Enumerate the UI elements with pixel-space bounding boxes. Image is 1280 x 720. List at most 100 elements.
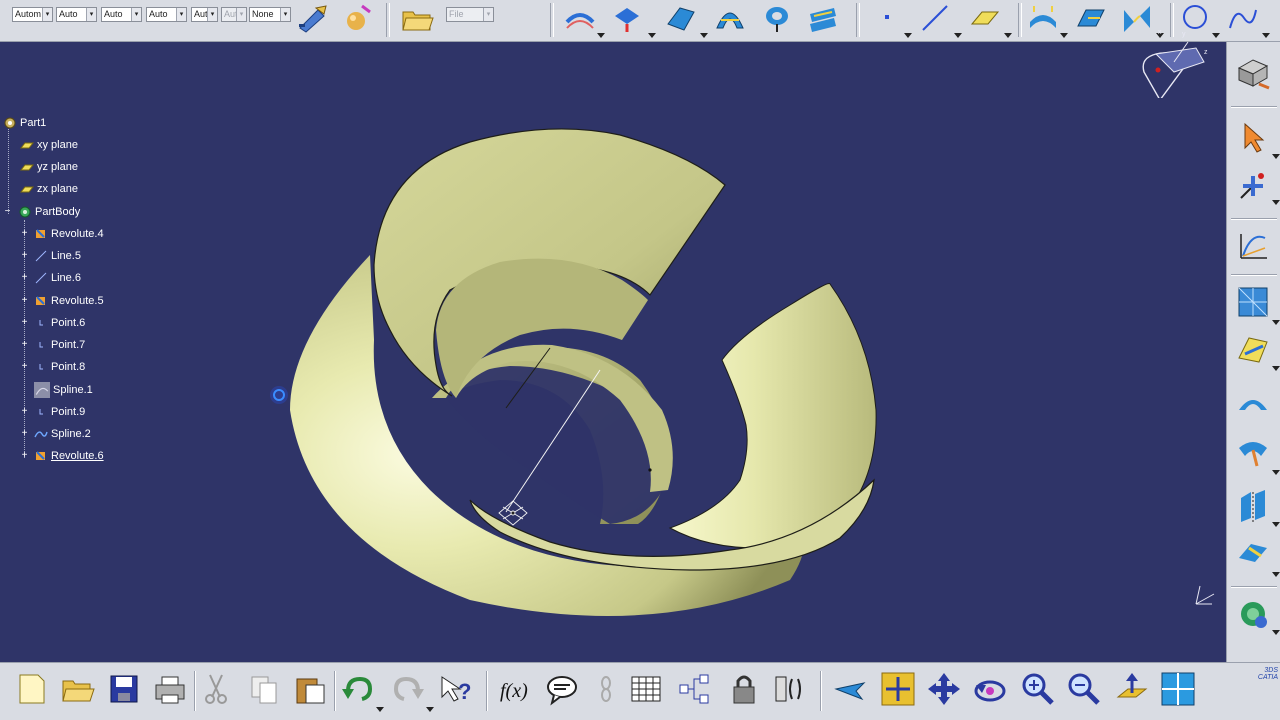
tree-item-line-6[interactable]: Line.6 (34, 269, 81, 287)
tessellation-icon[interactable] (1235, 284, 1271, 320)
normal-view-icon[interactable] (1114, 671, 1150, 707)
lock-icon[interactable] (726, 671, 762, 707)
tree-item-point-7[interactable]: Point.7 (34, 336, 85, 354)
link-icon[interactable] (588, 671, 624, 707)
tree-expand-icon[interactable] (676, 671, 712, 707)
graphic-property-combo-7[interactable]: None ▾ (249, 7, 291, 22)
tree-item-line-5[interactable]: Line.5 (34, 247, 81, 265)
material-sphere-icon[interactable] (340, 2, 374, 34)
zoom-out-icon[interactable] (1066, 671, 1102, 707)
redo-icon[interactable] (390, 671, 426, 707)
dropdown-arrow[interactable] (597, 33, 605, 38)
expand-toggle[interactable]: + (20, 229, 29, 239)
tree-root-part[interactable]: Part1 (3, 114, 46, 132)
open-catalog-icon[interactable] (400, 2, 434, 34)
dropdown-arrow[interactable] (1272, 200, 1280, 205)
paint-brush-icon[interactable] (296, 2, 330, 34)
rotate-icon[interactable] (972, 671, 1008, 707)
dropdown-arrow[interactable] (1272, 630, 1280, 635)
part-design-workbench-icon[interactable] (1235, 54, 1271, 90)
expand-toggle[interactable]: + (20, 273, 29, 283)
point-icon[interactable] (870, 2, 904, 34)
dropdown-arrow[interactable] (1272, 154, 1280, 159)
dropdown-arrow[interactable] (376, 707, 384, 712)
revolved-surface-model[interactable] (270, 80, 890, 620)
save-icon[interactable] (106, 671, 142, 707)
collapse-toggle[interactable]: − (3, 207, 12, 217)
graphic-property-combo-2[interactable]: Auto ▾ (56, 7, 97, 22)
graphic-property-combo-3[interactable]: Auto ▾ (101, 7, 142, 22)
graphic-property-combo-4[interactable]: Auto ▾ (146, 7, 187, 22)
sweep-icon[interactable] (713, 2, 747, 34)
expand-toggle[interactable]: + (20, 407, 29, 417)
tree-item-spline-2[interactable]: Spline.2 (34, 425, 91, 443)
expand-toggle[interactable]: + (20, 451, 29, 461)
dropdown-arrow[interactable] (1004, 33, 1012, 38)
dropdown-arrow[interactable] (954, 33, 962, 38)
new-icon[interactable] (14, 671, 50, 707)
comment-icon[interactable] (544, 671, 580, 707)
open-icon[interactable] (60, 671, 96, 707)
table-icon[interactable] (628, 671, 664, 707)
select-arrow-icon[interactable] (1235, 120, 1271, 156)
split-icon[interactable] (1235, 488, 1271, 524)
dropdown-arrow[interactable] (648, 33, 656, 38)
tree-item-point-6[interactable]: Point.6 (34, 314, 85, 332)
extract-icon[interactable] (610, 2, 644, 34)
undo-icon[interactable] (340, 671, 376, 707)
dome-icon[interactable] (1235, 386, 1271, 422)
tree-item-partbody[interactable]: PartBody (18, 203, 80, 221)
expand-toggle[interactable]: + (20, 251, 29, 261)
dropdown-arrow[interactable] (1272, 320, 1280, 325)
expand-toggle[interactable]: + (20, 362, 29, 372)
tree-item-yz-plane[interactable]: yz plane (20, 158, 78, 176)
graph-law-icon[interactable] (1235, 228, 1271, 264)
dropdown-arrow[interactable] (1212, 33, 1220, 38)
graphic-property-combo-1[interactable]: Autom ▾ (12, 7, 53, 22)
dropdown-arrow[interactable] (1262, 33, 1270, 38)
dropdown-arrow[interactable] (904, 33, 912, 38)
tree-item-point-8[interactable]: Point.8 (34, 358, 85, 376)
dropdown-arrow[interactable] (426, 707, 434, 712)
expand-toggle[interactable]: + (20, 340, 29, 350)
copy-icon[interactable] (246, 671, 282, 707)
multi-view-icon[interactable] (1160, 671, 1196, 707)
tree-item-revolute-5[interactable]: Revolute.5 (34, 292, 104, 310)
graphic-property-combo-5[interactable]: Aut ▾ (191, 7, 218, 22)
tree-item-point-9[interactable]: Point.9 (34, 403, 85, 421)
tree-item-revolute-6[interactable]: Revolute.6 (34, 447, 104, 465)
expand-toggle[interactable]: + (20, 429, 29, 439)
cut-icon[interactable] (198, 671, 234, 707)
paste-icon[interactable] (292, 671, 328, 707)
tree-item-zx-plane[interactable]: zx plane (20, 180, 78, 198)
extrude-surface-icon[interactable] (1074, 2, 1108, 34)
zoom-in-icon[interactable] (1020, 671, 1056, 707)
curvature-icon[interactable] (1235, 434, 1271, 470)
surface-analysis-icon[interactable] (1235, 332, 1271, 368)
tree-item-xy-plane[interactable]: xy plane (20, 136, 78, 154)
formula-icon[interactable]: f(x) (498, 671, 534, 707)
dropdown-arrow[interactable] (1272, 470, 1280, 475)
whats-this-icon[interactable]: ? (438, 671, 474, 707)
dropdown-arrow[interactable] (1272, 366, 1280, 371)
fly-mode-icon[interactable] (832, 671, 868, 707)
line-icon[interactable] (918, 2, 952, 34)
fit-all-icon[interactable] (880, 671, 916, 707)
snap-icon[interactable] (1235, 168, 1271, 204)
dropdown-arrow[interactable] (1272, 522, 1280, 527)
dropdown-arrow[interactable] (700, 33, 708, 38)
tree-item-revolute-4[interactable]: Revolute.4 (34, 225, 104, 243)
parameters-icon[interactable] (772, 671, 808, 707)
catalog-icon[interactable] (1235, 596, 1271, 632)
boundary-icon[interactable] (563, 2, 597, 34)
tree-item-spline-1[interactable]: Spline.1 (34, 381, 93, 399)
loft-icon[interactable] (806, 2, 840, 34)
offset-surface-icon[interactable] (1026, 2, 1060, 34)
print-icon[interactable] (152, 671, 188, 707)
join-icon[interactable] (1235, 536, 1271, 572)
dropdown-arrow[interactable] (1060, 33, 1068, 38)
dropdown-arrow[interactable] (1272, 572, 1280, 577)
expand-toggle[interactable]: + (20, 296, 29, 306)
expand-toggle[interactable]: + (20, 318, 29, 328)
compass-icon[interactable]: x y z (1130, 28, 1210, 98)
